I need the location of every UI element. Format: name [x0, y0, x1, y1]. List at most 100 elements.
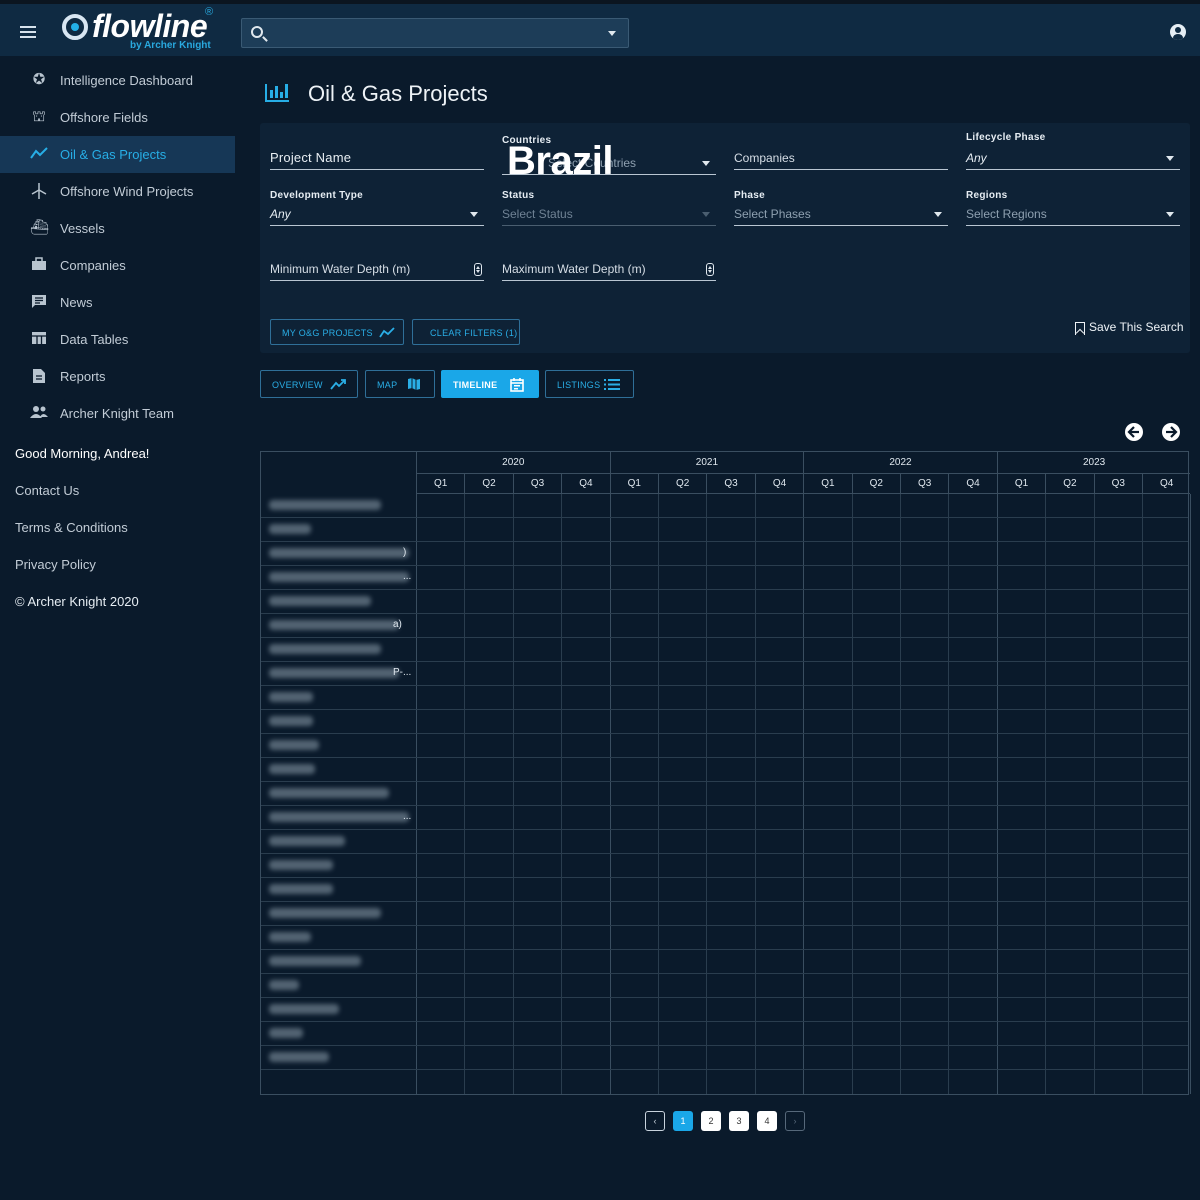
timeline-row[interactable]: a) — [261, 614, 1188, 638]
flowline-logo[interactable]: flowline by Archer Knight ® — [60, 6, 220, 54]
project-name-redacted[interactable] — [269, 836, 345, 846]
project-name-redacted[interactable] — [269, 524, 311, 534]
max-water-depth-placeholder: Maximum Water Depth (m) — [502, 262, 646, 276]
project-name-redacted[interactable] — [269, 548, 409, 558]
timeline-next-arrow-icon[interactable] — [1162, 423, 1180, 441]
project-name-redacted[interactable] — [269, 1028, 303, 1038]
timeline-row[interactable] — [261, 1022, 1188, 1046]
project-name-redacted[interactable] — [269, 764, 315, 774]
project-name-redacted[interactable] — [269, 860, 333, 870]
tab-map[interactable]: MAP — [365, 370, 435, 398]
clear-filters-button[interactable]: CLEAR FILTERS (1) — [412, 319, 520, 345]
hamburger-menu-icon[interactable] — [20, 26, 36, 38]
project-name-redacted[interactable] — [269, 1052, 329, 1062]
timeline-row[interactable] — [261, 590, 1188, 614]
pagination-page-button[interactable]: 4 — [757, 1111, 777, 1131]
project-name-redacted[interactable] — [269, 596, 371, 606]
timeline-row[interactable] — [261, 950, 1188, 974]
timeline-row[interactable]: P-... — [261, 662, 1188, 686]
timeline-row[interactable] — [261, 854, 1188, 878]
max-water-depth-field[interactable]: Maximum Water Depth (m) — [502, 257, 716, 281]
save-search-link[interactable]: Save This Search — [1089, 320, 1184, 334]
project-name-redacted[interactable] — [269, 740, 319, 750]
pagination-page-button[interactable]: 1 — [673, 1111, 693, 1131]
number-stepper-icon[interactable] — [706, 263, 714, 276]
pagination-page-button[interactable]: 2 — [701, 1111, 721, 1131]
timeline-row[interactable] — [261, 998, 1188, 1022]
lifecycle-phase-select[interactable]: Lifecycle Phase Any — [966, 132, 1180, 170]
min-water-depth-field[interactable]: Minimum Water Depth (m) — [270, 257, 484, 281]
timeline-row[interactable] — [261, 1046, 1188, 1070]
timeline-row[interactable] — [261, 638, 1188, 662]
project-name-redacted[interactable] — [269, 668, 399, 678]
project-name-redacted[interactable] — [269, 620, 399, 630]
sidebar-item-label: Companies — [60, 258, 126, 273]
tab-timeline[interactable]: TIMELINE — [441, 370, 539, 398]
project-name-redacted[interactable] — [269, 932, 311, 942]
sidebar-item-oil-gas-projects[interactable]: Oil & Gas Projects — [0, 136, 235, 173]
project-name-redacted[interactable] — [269, 788, 389, 798]
timeline-row[interactable] — [261, 878, 1188, 902]
phase-select[interactable]: Phase Select Phases — [734, 190, 948, 226]
tab-listings[interactable]: LISTINGS — [545, 370, 634, 398]
project-name-redacted[interactable] — [269, 908, 381, 918]
registered-mark: ® — [205, 6, 214, 18]
project-name-redacted[interactable] — [269, 980, 299, 990]
sidebar-item-reports[interactable]: Reports — [0, 358, 235, 395]
sidebar-item-archer-knight-team[interactable]: Archer Knight Team — [0, 395, 235, 432]
number-stepper-icon[interactable] — [474, 263, 482, 276]
sidebar-item-data-tables[interactable]: Data Tables — [0, 321, 235, 358]
project-name-field[interactable]: Project Name — [270, 146, 484, 170]
timeline-row[interactable] — [261, 518, 1188, 542]
chevron-down-icon — [1166, 156, 1174, 161]
chevron-down-icon — [470, 212, 478, 217]
global-search-input[interactable] — [241, 18, 629, 48]
project-name-redacted[interactable] — [269, 572, 409, 582]
companies-field[interactable]: Companies — [734, 146, 948, 170]
pagination-page-button[interactable]: 3 — [729, 1111, 749, 1131]
project-name-redacted[interactable] — [269, 644, 381, 654]
terms-link[interactable]: Terms & Conditions — [15, 520, 128, 535]
timeline-row[interactable] — [261, 926, 1188, 950]
timeline-row[interactable] — [261, 902, 1188, 926]
project-name-redacted[interactable] — [269, 1004, 339, 1014]
user-account-icon[interactable] — [1170, 24, 1186, 40]
my-og-projects-button[interactable]: MY O&G PROJECTS — [270, 319, 404, 345]
chevron-down-icon[interactable] — [608, 31, 616, 36]
timeline-row[interactable] — [261, 494, 1188, 518]
timeline-row[interactable] — [261, 710, 1188, 734]
pagination-prev-button[interactable]: ‹ — [645, 1111, 665, 1131]
timeline-row[interactable] — [261, 686, 1188, 710]
project-name-redacted[interactable] — [269, 692, 313, 702]
sidebar-item-offshore-wind-projects[interactable]: Offshore Wind Projects — [0, 173, 235, 210]
sidebar-item-companies[interactable]: Companies — [0, 247, 235, 284]
project-name-redacted[interactable] — [269, 812, 409, 822]
status-select[interactable]: Status Select Status — [502, 190, 716, 226]
regions-select[interactable]: Regions Select Regions — [966, 190, 1180, 226]
timeline-row[interactable] — [261, 974, 1188, 998]
bookmark-icon[interactable] — [1075, 322, 1085, 335]
sidebar-item-news[interactable]: News — [0, 284, 235, 321]
pagination-next-button[interactable]: › — [785, 1111, 805, 1131]
contact-us-link[interactable]: Contact Us — [15, 483, 79, 498]
sidebar-item-vessels[interactable]: ⛴ Vessels — [0, 210, 235, 247]
timeline-row[interactable] — [261, 830, 1188, 854]
timeline-row[interactable] — [261, 734, 1188, 758]
timeline-prev-arrow-icon[interactable] — [1125, 423, 1143, 441]
project-name-redacted[interactable] — [269, 716, 313, 726]
sidebar-item-intelligence-dashboard[interactable]: ✪ Intelligence Dashboard — [0, 62, 235, 99]
privacy-policy-link[interactable]: Privacy Policy — [15, 557, 96, 572]
lifecycle-phase-value: Any — [966, 151, 987, 165]
timeline-row[interactable]: ... — [261, 566, 1188, 590]
tab-overview[interactable]: OVERVIEW — [260, 370, 358, 398]
sidebar-item-label: News — [60, 295, 93, 310]
timeline-row[interactable]: ... — [261, 806, 1188, 830]
timeline-row[interactable] — [261, 758, 1188, 782]
project-name-redacted[interactable] — [269, 500, 381, 510]
timeline-row[interactable]: ) — [261, 542, 1188, 566]
sidebar-item-offshore-fields[interactable]: ⛫ Offshore Fields — [0, 99, 235, 136]
project-name-redacted[interactable] — [269, 884, 333, 894]
development-type-select[interactable]: Development Type Any — [270, 190, 484, 226]
project-name-redacted[interactable] — [269, 956, 361, 966]
timeline-row[interactable] — [261, 782, 1188, 806]
